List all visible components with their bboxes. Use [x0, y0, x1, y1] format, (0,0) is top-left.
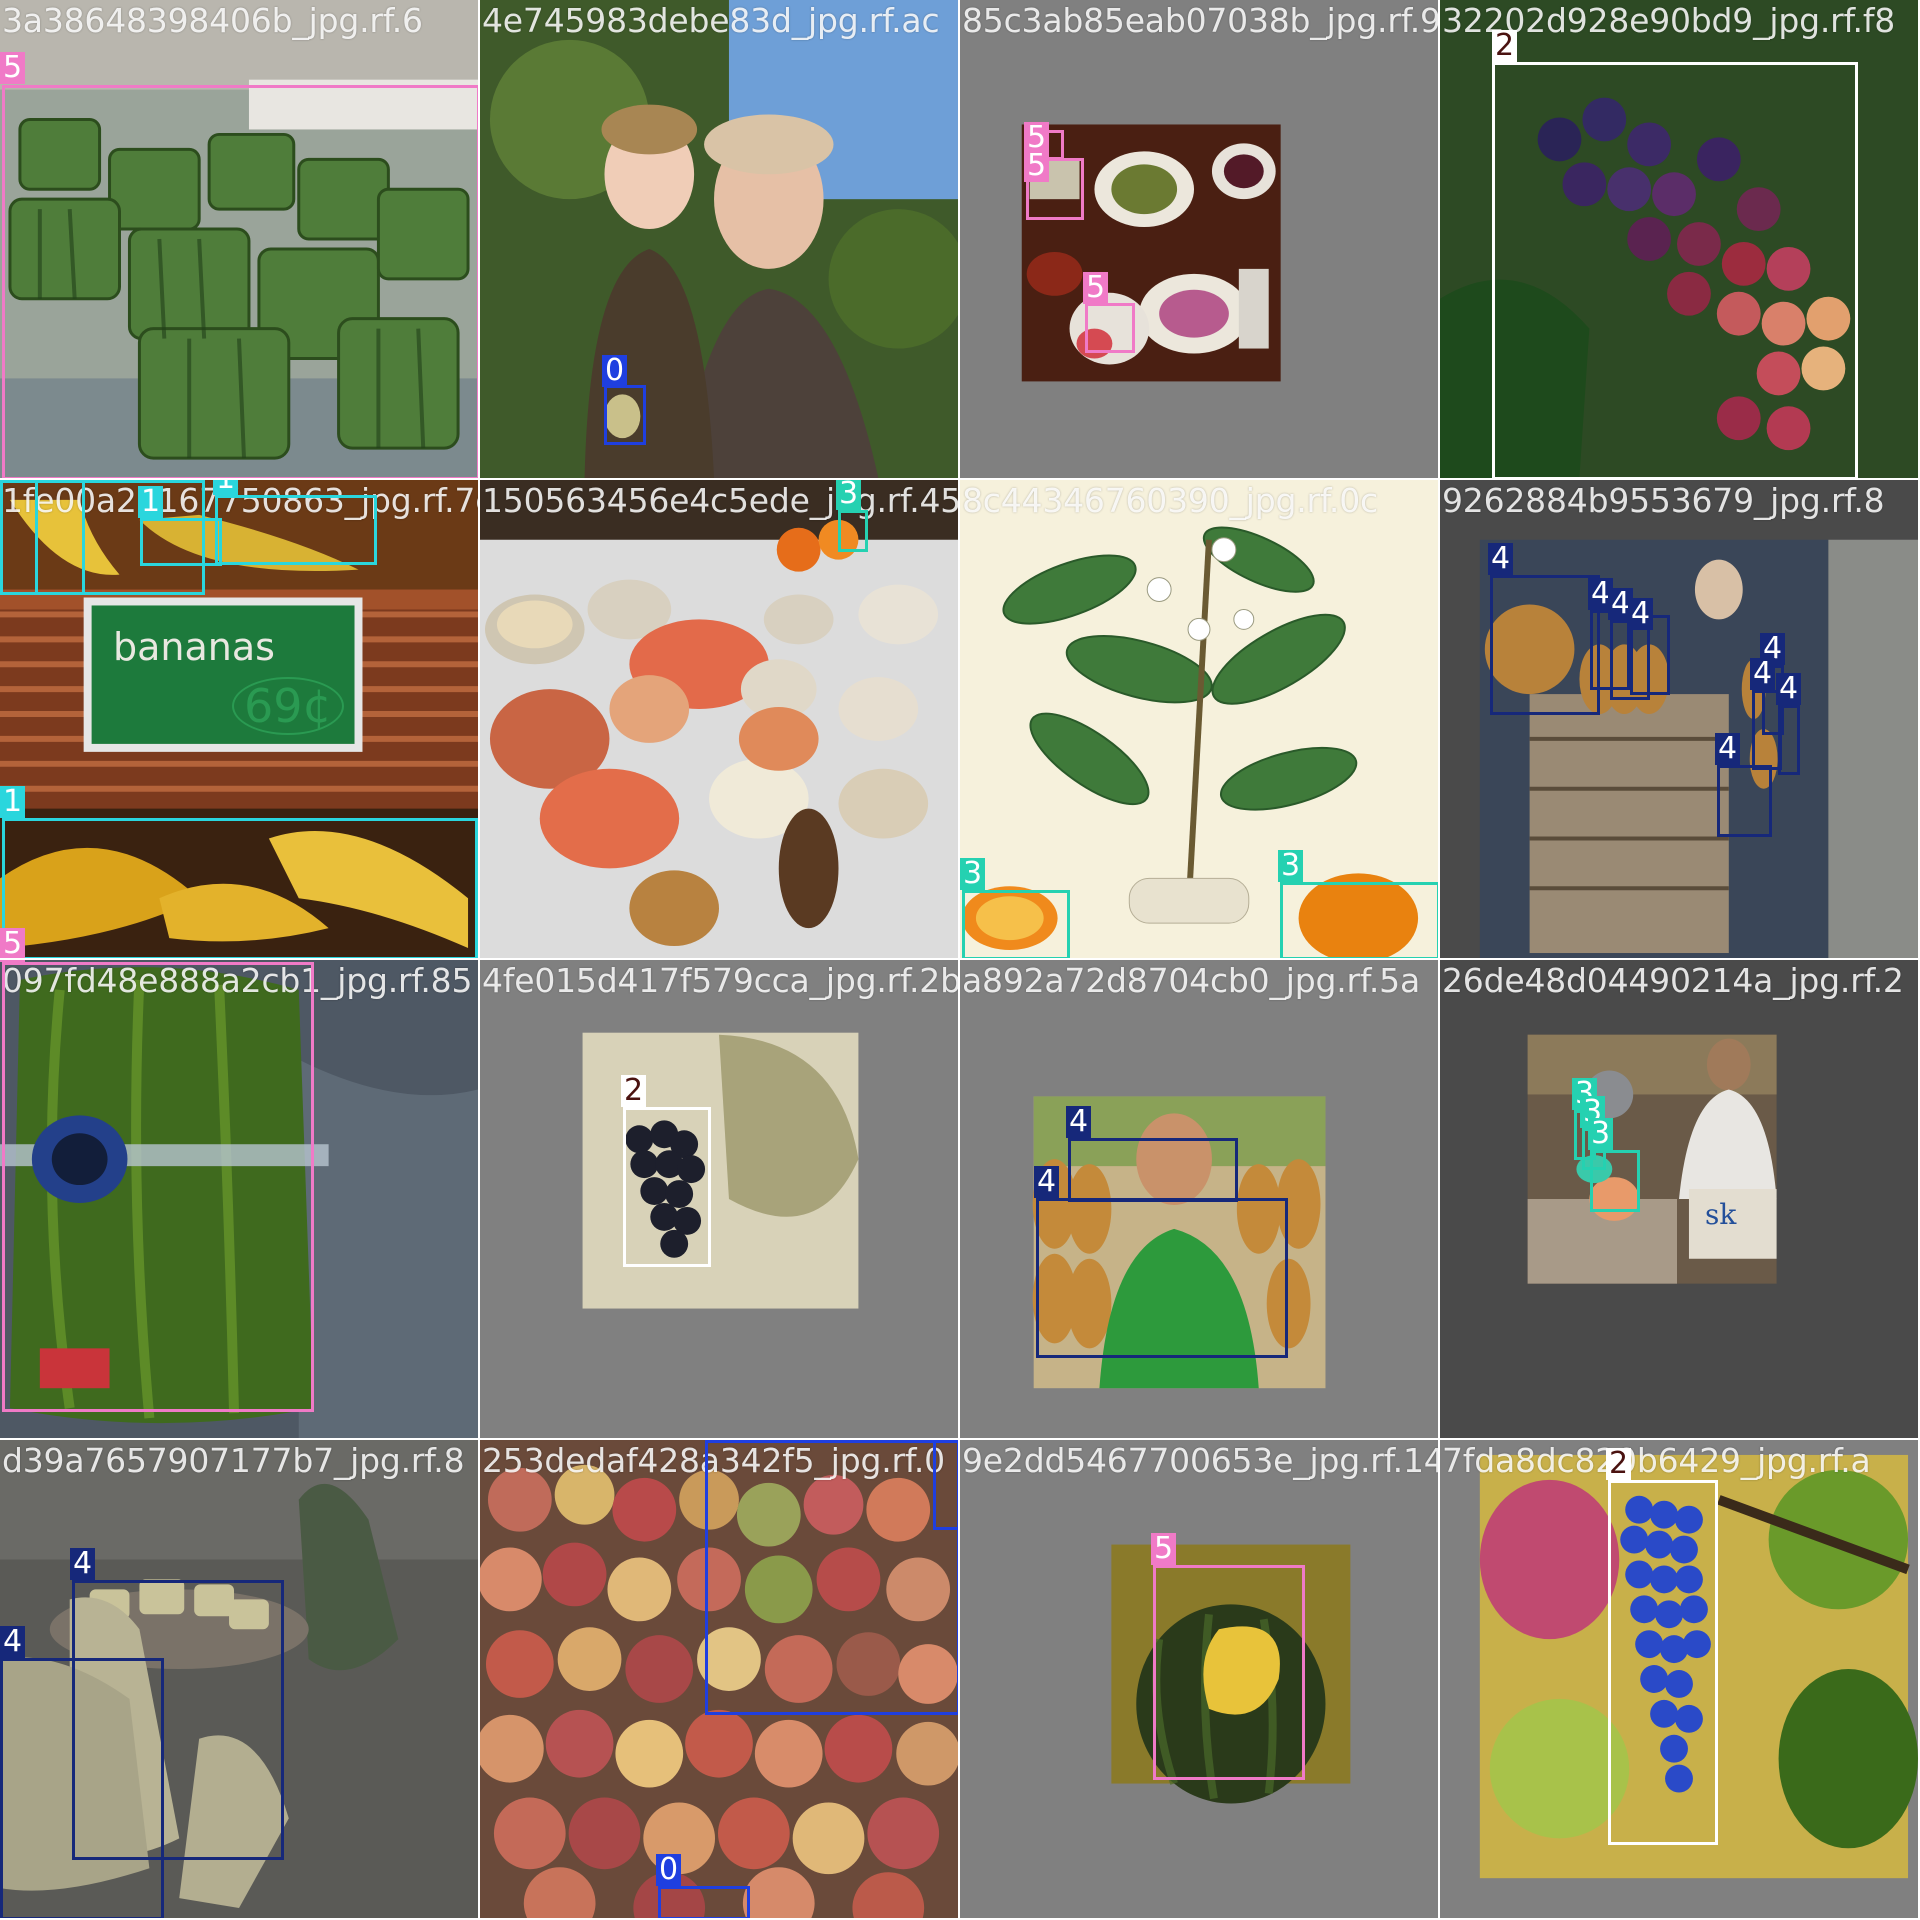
bbox-class-5 — [2, 85, 478, 478]
bbox-class-3 — [838, 510, 868, 552]
tile-blue-grapes-vine: 7fda8dc820b6429_jpg.rf.a 2 — [1440, 1440, 1920, 1920]
bbox-label: 4 — [1488, 543, 1514, 575]
tile-yellow-watermelon: 9e2dd5467700653e_jpg.rf.14 5 — [960, 1440, 1440, 1920]
tile-pineapple-slices: d39a7657907177b7_jpg.rf.8 4 4 — [0, 1440, 480, 1920]
tile-filename: 4e745983debe83d_jpg.rf.ac — [482, 1, 940, 40]
tile-seafood-buffet: 150563456e4c5ede_jpg.rf.45 3 — [480, 480, 960, 960]
training-batch-mosaic: 3a38648398406b_jpg.rf.6 5 4e745983debe83… — [0, 0, 1920, 1920]
tile-apple-bins: 253dedaf428a342f5_jpg.rf.0 0 0 0 — [480, 1440, 960, 1920]
bbox-label: 5 — [0, 52, 26, 84]
bbox-class-3 — [1280, 882, 1438, 958]
tile-grapes-closeup: 32202d928e90bd9_jpg.rf.f8 2 — [1440, 0, 1920, 480]
bbox-label: 4 — [1628, 598, 1654, 630]
photo-grape-cluster-leaf — [480, 960, 958, 1438]
bbox-class-5 — [1153, 1565, 1305, 1780]
bbox-class-2 — [1492, 62, 1858, 478]
bbox-label: 5 — [1083, 272, 1109, 304]
photo-kitchen-woman — [1440, 960, 1918, 1438]
tile-citrus-illustration: 8c44346760390_jpg.rf.0c 3 3 — [960, 480, 1440, 960]
bbox-label: 5 — [1024, 150, 1050, 182]
bbox-label: 3 — [836, 480, 862, 510]
bbox-class-4 — [1036, 1198, 1288, 1358]
bbox-label: 2 — [1606, 1448, 1632, 1480]
bbox-label: 4 — [0, 1626, 26, 1658]
bbox-class-0 — [658, 1886, 750, 1918]
bbox-class-3 — [1590, 1150, 1640, 1212]
tile-pineapple-vendor: a892a72d8704cb0_jpg.rf.5a 4 4 — [960, 960, 1440, 1440]
bbox-label: 5 — [0, 960, 26, 962]
tile-square-watermelons: 3a38648398406b_jpg.rf.6 5 — [0, 0, 480, 480]
bbox-class-3 — [962, 890, 1070, 958]
bbox-label: 1 — [213, 480, 239, 495]
bbox-class-4 — [0, 1658, 164, 1918]
bbox-label: 0 — [602, 355, 628, 387]
bbox-class-2 — [623, 1107, 711, 1267]
tile-grape-cluster-leaf: 4fe015d417f579cca_jpg.rf.2b 2 — [480, 960, 960, 1440]
banana-sign-text: bananas — [113, 625, 275, 669]
bbox-class-0 — [705, 1440, 958, 1715]
tile-filename: a892a72d8704cb0_jpg.rf.5a — [962, 961, 1420, 1000]
photo-seafood-buffet — [480, 480, 958, 958]
tile-filename: 9262884b9553679_jpg.rf.8 — [1442, 481, 1885, 520]
tile-filename: 3a38648398406b_jpg.rf.6 — [2, 1, 423, 40]
bbox-label: 4 — [1776, 673, 1802, 705]
bbox-label: 4 — [1034, 1166, 1060, 1198]
tile-filename: 9e2dd5467700653e_jpg.rf.14 — [962, 1441, 1440, 1480]
bbox-label: 2 — [1492, 30, 1518, 62]
bbox-class-0 — [933, 1440, 958, 1530]
tile-filename: 8c44346760390_jpg.rf.0c — [962, 481, 1378, 520]
tile-orchard-portrait: 4e745983debe83d_jpg.rf.ac 0 — [480, 0, 960, 480]
tile-filename: d39a7657907177b7_jpg.rf.8 — [2, 1441, 465, 1480]
box-logo-text: sk — [1705, 1198, 1737, 1231]
tile-dinner-table: 85c3ab85eab07038b_jpg.rf.9 5 5 5 — [960, 0, 1440, 480]
bbox-class-5 — [2, 962, 314, 1412]
bbox-class-1 — [2, 818, 478, 958]
bbox-label: 3 — [960, 858, 986, 890]
bbox-class-4 — [1778, 705, 1800, 775]
bbox-label: 1 — [138, 486, 164, 518]
tile-filename: 85c3ab85eab07038b_jpg.rf.9 — [962, 1, 1440, 40]
bbox-label: 2 — [621, 1075, 647, 1107]
banana-sign-price: 69¢ — [232, 677, 344, 735]
tile-filename: 150563456e4c5ede_jpg.rf.45 — [482, 481, 960, 520]
bbox-label: 4 — [1066, 1106, 1092, 1138]
bbox-label: 4 — [1750, 658, 1776, 690]
photo-dinner-table — [960, 0, 1438, 478]
bbox-class-4 — [1490, 575, 1600, 715]
bbox-label: 4 — [1715, 733, 1741, 765]
bbox-class-1 — [215, 495, 377, 565]
bbox-label: 5 — [0, 928, 26, 958]
bbox-class-1 — [140, 518, 222, 566]
bbox-class-4 — [1717, 765, 1772, 837]
tile-watermelon-water: 097fd48e888a2cb1_jpg.rf.85 5 — [0, 960, 480, 1440]
bbox-label: 3 — [1588, 1118, 1614, 1150]
tile-filename: 7fda8dc820b6429_jpg.rf.a — [1442, 1441, 1871, 1480]
photo-orchard-portrait — [480, 0, 958, 478]
tile-bananas-market: bananas 69¢ 1fe00a21167750863_jpg.rf.7c … — [0, 480, 480, 960]
bbox-class-5 — [1085, 303, 1135, 353]
tile-filename: 4fe015d417f579cca_jpg.rf.2b — [482, 961, 960, 1000]
bbox-class-4 — [1068, 1138, 1238, 1202]
tile-kitchen-woman: sk 26de48d04490214a_jpg.rf.2 3 3 3 — [1440, 960, 1920, 1440]
bbox-label: 5 — [1151, 1533, 1177, 1565]
bbox-label: 1 — [0, 786, 26, 818]
bbox-label: 4 — [70, 1548, 96, 1580]
tile-filename: 26de48d04490214a_jpg.rf.2 — [1442, 961, 1904, 1000]
bbox-label: 3 — [1278, 850, 1304, 882]
bbox-label: 0 — [656, 1854, 682, 1886]
bbox-class-2 — [1608, 1480, 1718, 1845]
bbox-class-0 — [604, 385, 646, 445]
tile-pineapple-mural: 9262884b9553679_jpg.rf.8 4 4 4 4 4 4 4 4 — [1440, 480, 1920, 960]
